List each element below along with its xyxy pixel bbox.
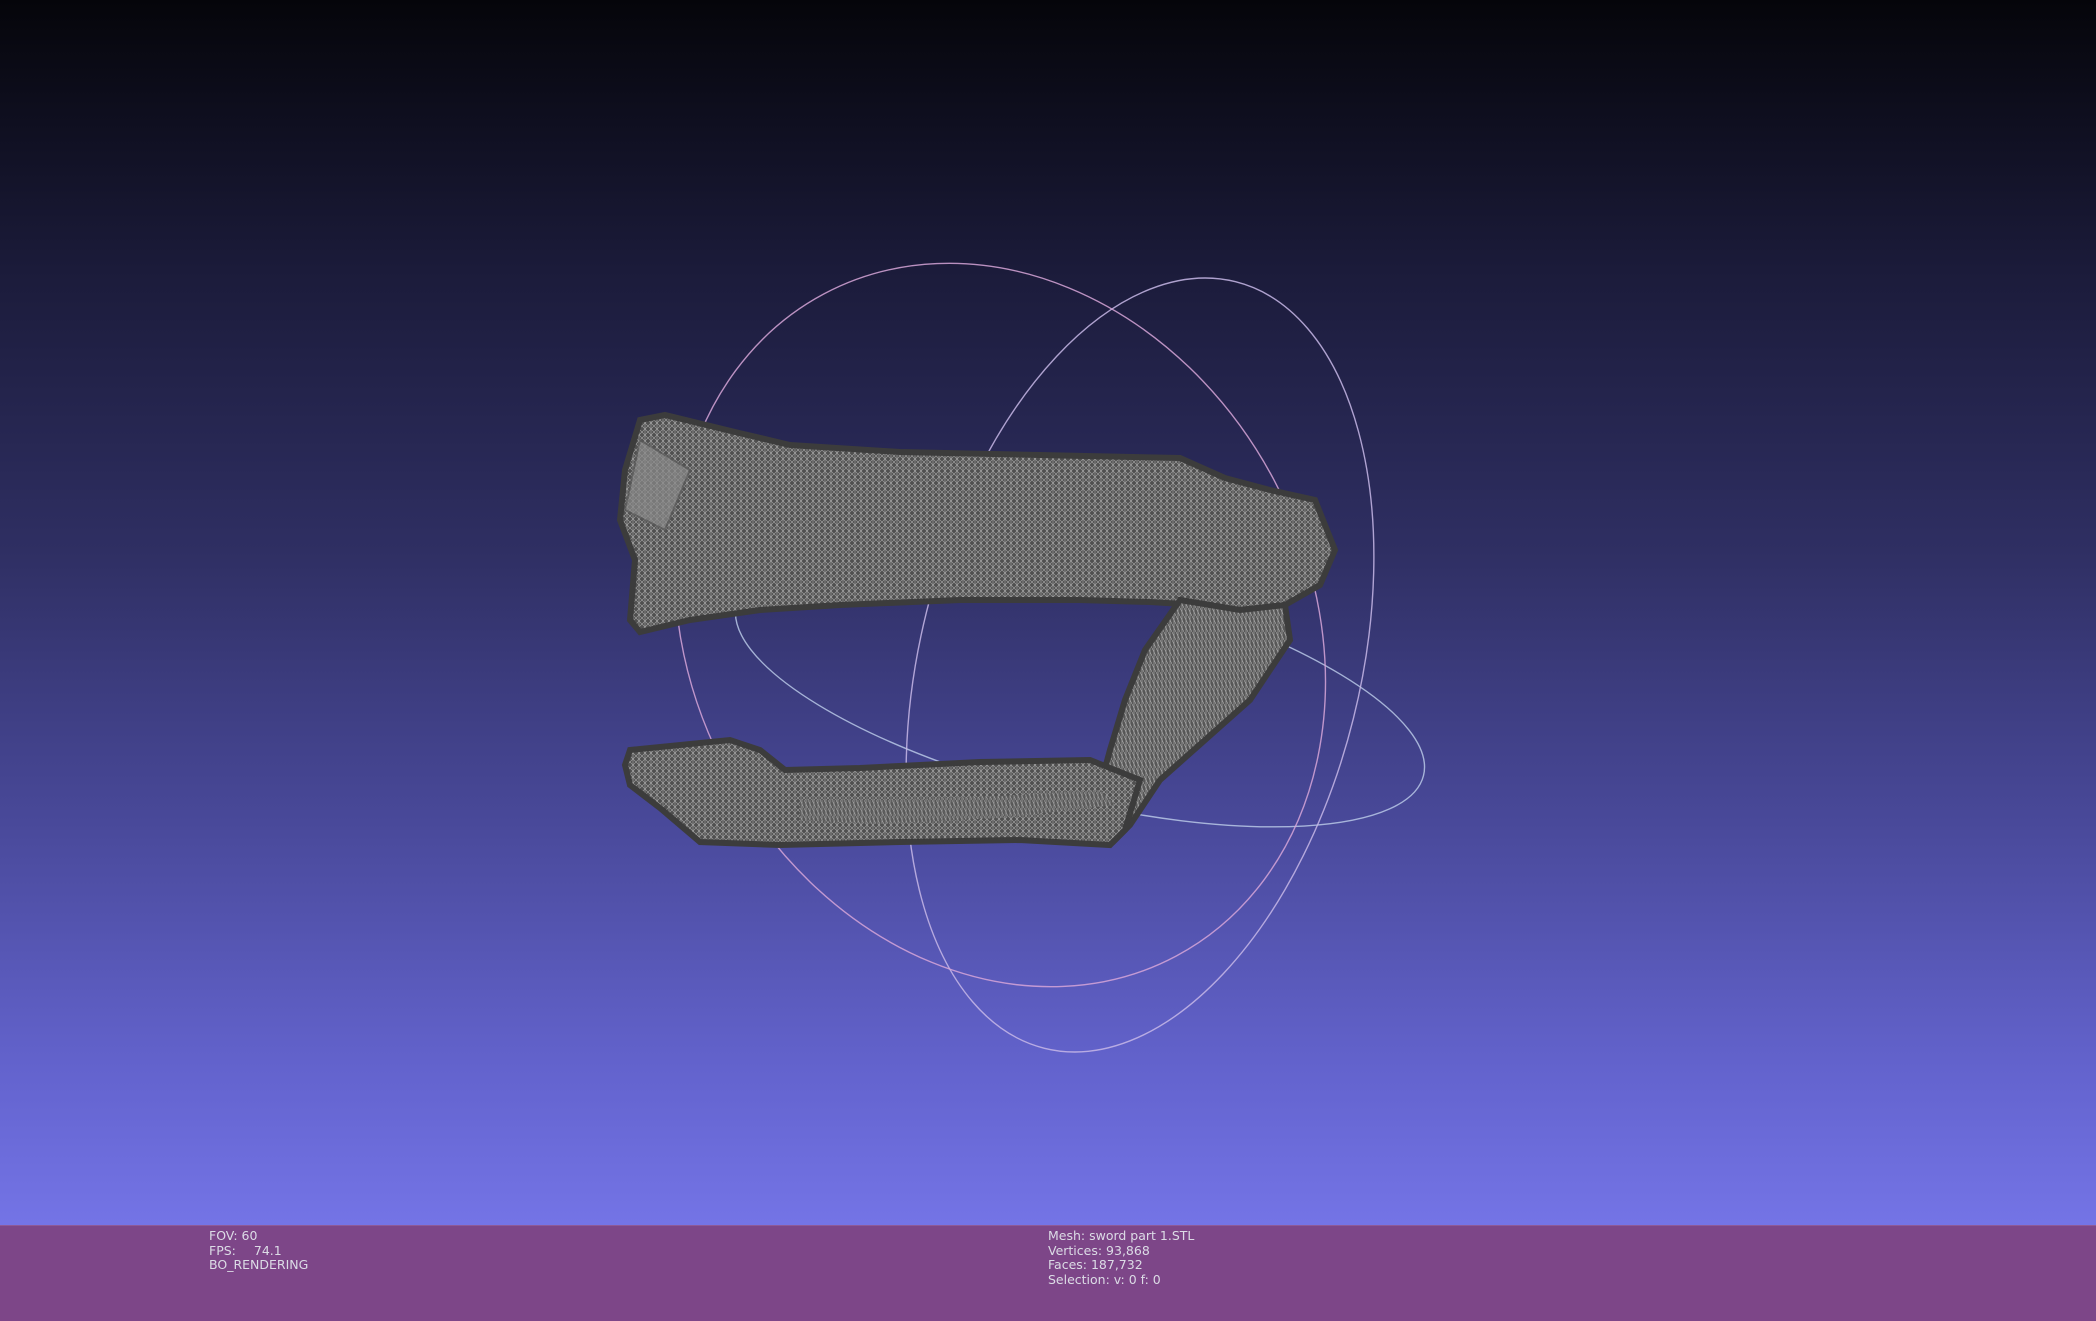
- info-bar: FOV: 60 FPS: 74.1 BO_RENDERING Mesh: swor…: [0, 1225, 2096, 1321]
- trackball-gizmo[interactable]: [550, 148, 1450, 1101]
- trackball-ring-depth: [673, 262, 1327, 988]
- vertices-readout: Vertices: 93,868: [1048, 1242, 1150, 1258]
- mesh-name-readout: Mesh: sword part 1.STL: [1048, 1228, 1195, 1243]
- fov-readout: FOV: 60: [209, 1228, 258, 1243]
- mesh-upper-grip: [616, 411, 1339, 636]
- render-mode-readout: BO_RENDERING: [209, 1257, 309, 1273]
- 3d-viewport[interactable]: [0, 0, 2096, 1225]
- mesh-model[interactable]: [616, 411, 1339, 849]
- selection-readout: Selection: v: 0 f: 0: [1048, 1271, 1161, 1287]
- scene-canvas[interactable]: [0, 0, 2096, 1225]
- fps-readout: FPS: 74.1: [209, 1242, 308, 1259]
- mesh-info: Mesh: sword part 1.STL Vertices: 93,868 …: [1048, 1228, 1195, 1287]
- fps-value: 74.1: [253, 1242, 282, 1258]
- faces-readout: Faces: 187,732: [1048, 1257, 1143, 1273]
- render-info: FOV: 60 FPS: 74.1 BO_RENDERING: [209, 1228, 309, 1273]
- fps-label: FPS:: [209, 1242, 236, 1258]
